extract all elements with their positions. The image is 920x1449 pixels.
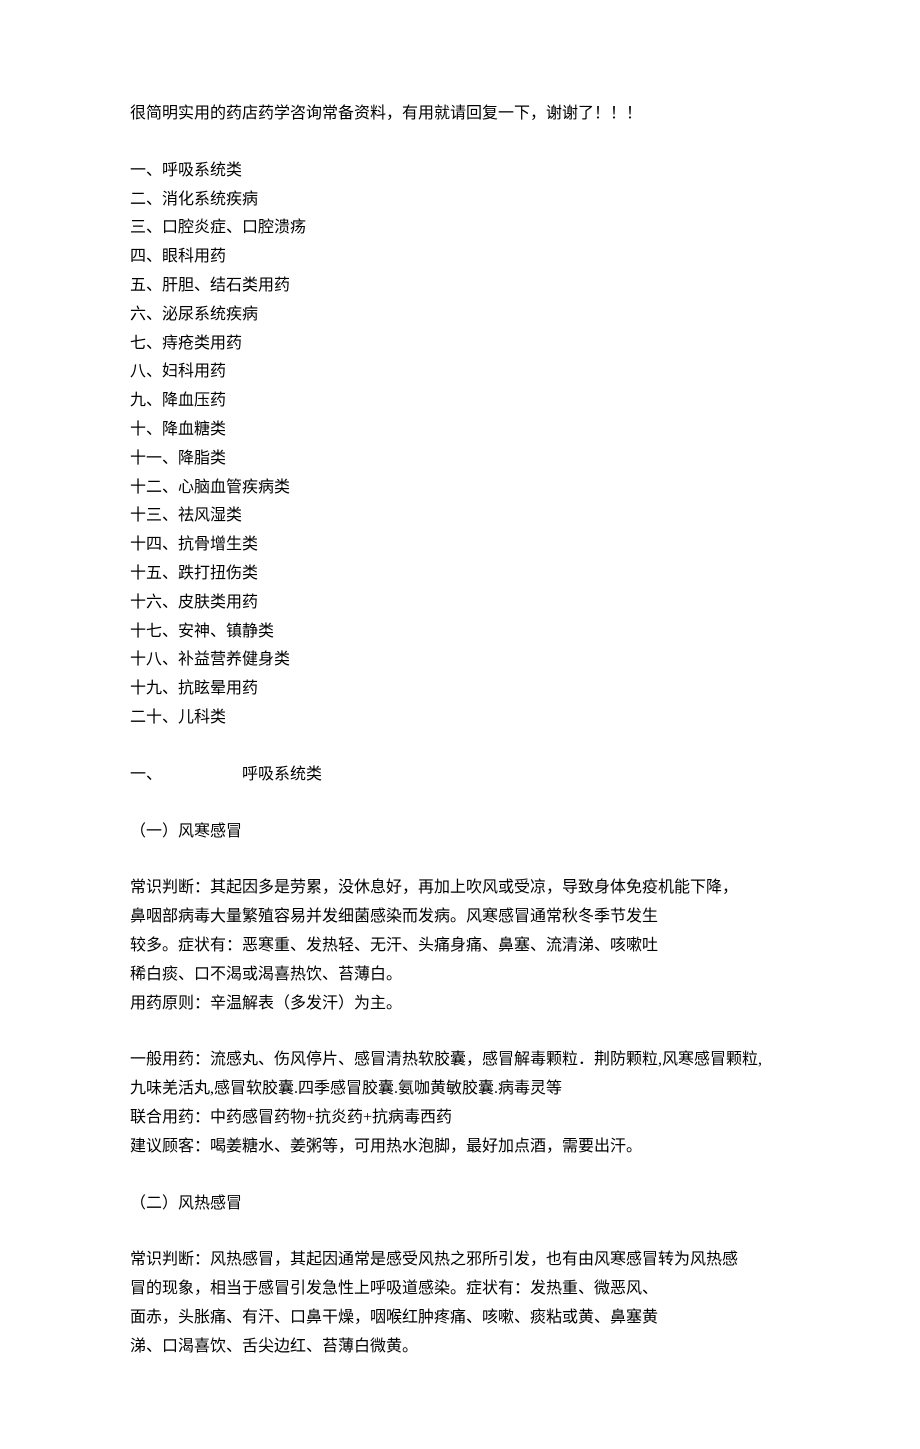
subsection-heading: （二）风热感冒 bbox=[130, 1190, 790, 1219]
section-heading: 一、 呼吸系统类 bbox=[130, 761, 790, 790]
toc-item: 一、呼吸系统类 bbox=[130, 157, 790, 186]
paragraph: 一般用药：流感丸、伤风停片、感冒清热软胶囊，感冒解毒颗粒．荆防颗粒,风寒感冒颗粒… bbox=[130, 1046, 790, 1161]
toc-item: 十八、补益营养健身类 bbox=[130, 646, 790, 675]
text-line: 面赤，头胀痛、有汗、口鼻干燥，咽喉红肿疼痛、咳嗽、痰粘或黄、鼻塞黄 bbox=[130, 1304, 790, 1333]
toc-item: 二十、儿科类 bbox=[130, 704, 790, 733]
paragraph: 常识判断：其起因多是劳累，没休息好，再加上吹风或受凉，导致身体免疫机能下降， 鼻… bbox=[130, 874, 790, 1018]
toc-item: 九、降血压药 bbox=[130, 387, 790, 416]
toc-item: 十五、跌打扭伤类 bbox=[130, 560, 790, 589]
text-line: 冒的现象，相当于感冒引发急性上呼吸道感染。症状有：发热重、微恶风、 bbox=[130, 1275, 790, 1304]
toc-item: 十三、祛风湿类 bbox=[130, 502, 790, 531]
text-line: 稀白痰、口不渴或渴喜热饮、苔薄白。 bbox=[130, 961, 790, 990]
document-title: 很简明实用的药店药学咨询常备资料，有用就请回复一下，谢谢了！！！ bbox=[130, 100, 790, 129]
text-line: 联合用药：中药感冒药物+抗炎药+抗病毒西药 bbox=[130, 1104, 790, 1133]
toc-item: 十六、皮肤类用药 bbox=[130, 589, 790, 618]
paragraph: 常识判断：风热感冒，其起因通常是感受风热之邪所引发，也有由风寒感冒转为风热感 冒… bbox=[130, 1246, 790, 1361]
table-of-contents: 一、呼吸系统类 二、消化系统疾病 三、口腔炎症、口腔溃疡 四、眼科用药 五、肝胆… bbox=[130, 157, 790, 733]
text-line: 涕、口渴喜饮、舌尖边红、苔薄白微黄。 bbox=[130, 1333, 790, 1362]
text-line: 用药原则：辛温解表（多发汗）为主。 bbox=[130, 990, 790, 1019]
section-title: 呼吸系统类 bbox=[242, 766, 322, 783]
toc-item: 八、妇科用药 bbox=[130, 358, 790, 387]
section-number: 一、 bbox=[130, 766, 162, 783]
text-line: 鼻咽部病毒大量繁殖容易并发细菌感染而发病。风寒感冒通常秋冬季节发生 bbox=[130, 903, 790, 932]
text-line: 九味羌活丸,感冒软胶囊.四季感冒胶囊.氨咖黄敏胶囊.病毒灵等 bbox=[130, 1075, 790, 1104]
toc-item: 四、眼科用药 bbox=[130, 243, 790, 272]
toc-item: 十、降血糖类 bbox=[130, 416, 790, 445]
subsection-heading: （一）风寒感冒 bbox=[130, 818, 790, 847]
toc-item: 五、肝胆、结石类用药 bbox=[130, 272, 790, 301]
text-line: 一般用药：流感丸、伤风停片、感冒清热软胶囊，感冒解毒颗粒．荆防颗粒,风寒感冒颗粒… bbox=[130, 1046, 790, 1075]
text-line: 建议顾客：喝姜糖水、姜粥等，可用热水泡脚，最好加点酒，需要出汗。 bbox=[130, 1133, 790, 1162]
toc-item: 十二、心脑血管疾病类 bbox=[130, 474, 790, 503]
toc-item: 十七、安神、镇静类 bbox=[130, 618, 790, 647]
text-line: 较多。症状有：恶寒重、发热轻、无汗、头痛身痛、鼻塞、流清涕、咳嗽吐 bbox=[130, 932, 790, 961]
toc-item: 十四、抗骨增生类 bbox=[130, 531, 790, 560]
toc-item: 三、口腔炎症、口腔溃疡 bbox=[130, 214, 790, 243]
toc-item: 十九、抗眩晕用药 bbox=[130, 675, 790, 704]
toc-item: 十一、降脂类 bbox=[130, 445, 790, 474]
toc-item: 七、痔疮类用药 bbox=[130, 330, 790, 359]
text-line: 常识判断：其起因多是劳累，没休息好，再加上吹风或受凉，导致身体免疫机能下降， bbox=[130, 874, 790, 903]
text-line: 常识判断：风热感冒，其起因通常是感受风热之邪所引发，也有由风寒感冒转为风热感 bbox=[130, 1246, 790, 1275]
toc-item: 二、消化系统疾病 bbox=[130, 186, 790, 215]
toc-item: 六、泌尿系统疾病 bbox=[130, 301, 790, 330]
